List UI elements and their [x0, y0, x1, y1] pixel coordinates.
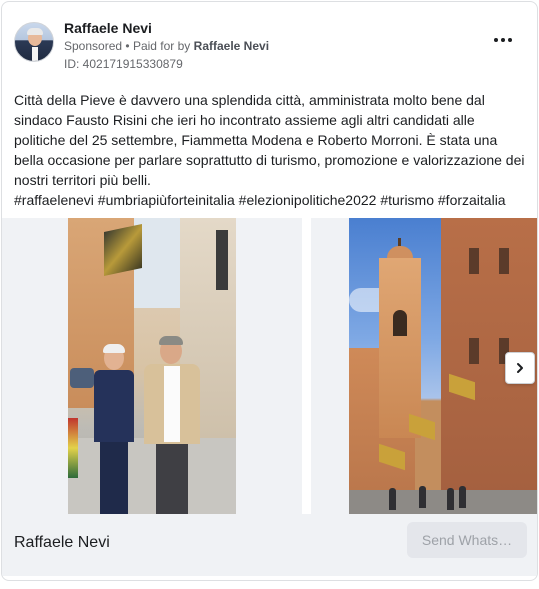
- post-text-line: nostri territori più belli.: [14, 172, 151, 188]
- image-carousel[interactable]: [2, 218, 537, 514]
- carousel-slide-1[interactable]: [2, 218, 302, 514]
- more-horizontal-icon[interactable]: [489, 30, 517, 50]
- paid-for-prefix: Paid for by: [132, 39, 191, 53]
- separator: •: [125, 39, 130, 53]
- sponsored-line: Sponsored • Paid for by Raffaele Nevi: [64, 39, 269, 53]
- post-text-line: sindaco Fausto Risini che ieri ho incont…: [14, 112, 475, 128]
- sponsored-label: Sponsored: [64, 39, 123, 53]
- ad-id: ID: 402171915330879: [64, 57, 183, 71]
- send-whatsapp-button[interactable]: Send Whats…: [407, 522, 527, 558]
- footer-title[interactable]: Raffaele Nevi: [14, 534, 110, 552]
- carousel-slide-2[interactable]: [311, 218, 537, 514]
- ad-card: Raffaele Nevi Sponsored • Paid for by Ra…: [1, 1, 538, 581]
- post-header: Raffaele Nevi Sponsored • Paid for by Ra…: [14, 20, 525, 74]
- author-name[interactable]: Raffaele Nevi: [64, 20, 152, 36]
- paid-for-name: Raffaele Nevi: [193, 39, 270, 53]
- post-body: Città della Pieve è davvero una splendid…: [14, 90, 529, 210]
- carousel-next-button[interactable]: [505, 352, 535, 384]
- avatar[interactable]: [14, 22, 54, 62]
- chevron-right-icon: [517, 363, 523, 373]
- post-hashtags[interactable]: #raffaelenevi #umbriapiùforteinitalia #e…: [14, 190, 529, 210]
- photo-two-men-in-street: [68, 218, 236, 514]
- post-text-line: politiche del 25 settembre, Fiammetta Mo…: [14, 132, 498, 148]
- ad-footer: Raffaele Nevi Send Whats…: [2, 514, 537, 576]
- post-text-line: Città della Pieve è davvero una splendid…: [14, 92, 485, 108]
- post-text-line: bella occasione per parlare soprattutto …: [14, 152, 525, 168]
